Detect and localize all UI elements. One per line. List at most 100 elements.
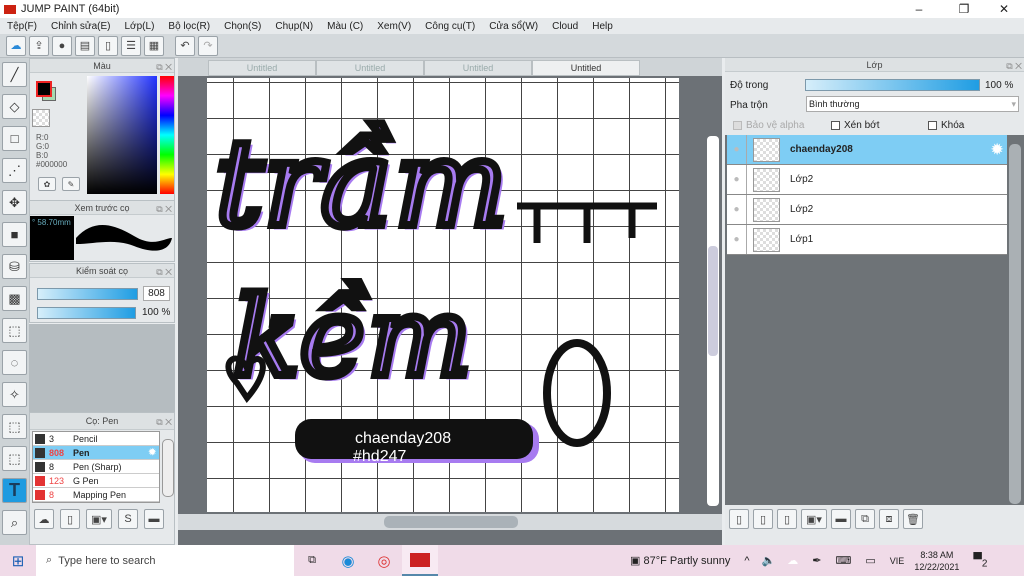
layer-row[interactable]: ● chaenday208 ✹	[727, 135, 1007, 165]
brush-item[interactable]: 123 G Pen	[33, 474, 159, 488]
volume-icon[interactable]: 🔈	[762, 554, 776, 567]
merge-layer-icon[interactable]: ⧈	[879, 509, 899, 529]
touchpad-icon[interactable]: ▭	[865, 554, 875, 567]
clip-checkbox[interactable]: Xén bớt	[831, 120, 879, 131]
saturation-value-picker[interactable]	[87, 76, 157, 194]
menu-window[interactable]: Cửa sổ(W)	[482, 21, 545, 32]
jump-paint-taskbar-icon[interactable]	[402, 545, 438, 576]
eraser-tool-icon[interactable]: ◇	[2, 94, 27, 119]
blend-mode-select[interactable]: Bình thường ▾	[806, 96, 1019, 112]
cloud-download-icon[interactable]: ☁	[34, 509, 54, 529]
task-view-icon[interactable]: ⧉	[294, 554, 330, 567]
gradient-tool-icon[interactable]: ▩	[2, 286, 27, 311]
menu-cloud[interactable]: Cloud	[545, 21, 585, 32]
brush-menu-icon[interactable]: ▣▾	[86, 509, 112, 529]
redo-icon[interactable]: ↷	[198, 35, 218, 56]
rectangle-tool-icon[interactable]: □	[2, 126, 27, 151]
export-icon[interactable]: ⇪	[29, 35, 49, 56]
operation-tool-icon[interactable]: ⌕	[2, 510, 27, 535]
restore-button[interactable]: ❐	[949, 0, 979, 18]
hue-slider[interactable]	[160, 76, 174, 194]
new-layer-icon[interactable]: ▯	[729, 509, 749, 529]
layer-folder-icon[interactable]: ▬	[831, 509, 851, 529]
layer-settings-gear-icon[interactable]: ✹	[991, 141, 1007, 158]
magic-wand-icon[interactable]: ✧	[2, 382, 27, 407]
brush-tool-icon[interactable]: ╱	[2, 62, 27, 87]
foreground-color-swatch[interactable]	[36, 81, 52, 97]
protect-alpha-checkbox[interactable]: Bảo vệ alpha	[733, 120, 804, 131]
layer-add-menu-icon[interactable]: ▣▾	[801, 509, 827, 529]
text-tool-icon[interactable]: T	[2, 478, 27, 503]
chrome-icon[interactable]: ◎	[366, 552, 402, 570]
eyedropper-icon[interactable]: ✎	[62, 177, 80, 191]
pen-icon[interactable]: ✒	[812, 554, 821, 567]
horizontal-scrollbar[interactable]	[178, 514, 722, 530]
keyboard-icon[interactable]: ⌨	[836, 554, 852, 567]
brush-item[interactable]: 8 Pen (Sharp)	[33, 460, 159, 474]
visibility-toggle-icon[interactable]: ●	[727, 195, 747, 224]
brush-settings-icon[interactable]: S	[118, 509, 138, 529]
edge-icon[interactable]: ◉	[330, 552, 366, 570]
panel-close-icon[interactable]: ⧉ ✕	[156, 414, 172, 431]
menu-color[interactable]: Màu (C)	[320, 21, 370, 32]
weather-icon[interactable]: ▣	[630, 554, 640, 567]
language-indicator[interactable]: VIE	[890, 556, 905, 566]
notification-icon[interactable]: ▀2	[973, 552, 987, 569]
vertical-scrollbar[interactable]	[707, 136, 719, 506]
line-tool-icon[interactable]: ⋰	[2, 158, 27, 183]
bucket-tool-icon[interactable]: ⛁	[2, 254, 27, 279]
menu-help[interactable]: Help	[585, 21, 620, 32]
select-rect-tool-icon[interactable]: ⬚	[2, 318, 27, 343]
brush-item[interactable]: 3 Pencil	[33, 432, 159, 446]
message-icon[interactable]: ▤	[75, 35, 95, 56]
fill-rect-tool-icon[interactable]: ■	[2, 222, 27, 247]
menu-file[interactable]: Tệp(F)	[0, 21, 44, 32]
cloud-icon[interactable]: ☁	[6, 35, 26, 56]
brush-item[interactable]: 808 Pen ✹	[33, 446, 159, 460]
tab-untitled-1[interactable]: Untitled	[208, 60, 316, 76]
menu-tools[interactable]: Công cụ(T)	[418, 21, 482, 32]
tab-untitled-4[interactable]: Untitled	[532, 60, 640, 76]
new-brush-icon[interactable]: ▯	[60, 509, 80, 529]
brush-opacity-slider[interactable]	[37, 307, 136, 319]
canvas-paper[interactable]: trầm trầm kềm kềm chaenday208 #hd247	[207, 78, 679, 512]
menu-edit[interactable]: Chỉnh sửa(E)	[44, 21, 118, 32]
visibility-toggle-icon[interactable]: ●	[727, 225, 747, 254]
layer-row[interactable]: ● Lớp1	[727, 225, 1007, 255]
select-pen-icon[interactable]: ⬚	[2, 414, 27, 439]
folder-icon[interactable]: ▬	[144, 509, 164, 529]
panel-close-icon[interactable]: ⧉ ✕	[156, 265, 172, 279]
canvas-area[interactable]: trầm trầm kềm kềm chaenday208 #hd247	[178, 76, 722, 514]
tray-chevron-icon[interactable]: ^	[744, 555, 749, 567]
brush-size-slider[interactable]	[37, 288, 138, 300]
panel-close-icon[interactable]: ⧉ ✕	[156, 202, 172, 216]
comment-icon[interactable]: ●	[52, 35, 72, 56]
visibility-toggle-icon[interactable]: ●	[727, 135, 747, 164]
tab-untitled-3[interactable]: Untitled	[424, 60, 532, 76]
panel-close-icon[interactable]: ⧉ ✕	[156, 60, 172, 74]
menu-filter[interactable]: Bộ lọc(R)	[161, 21, 217, 32]
duplicate-layer-icon[interactable]: ⧉	[855, 509, 875, 529]
layer-scrollbar[interactable]	[1009, 144, 1021, 504]
tab-untitled-2[interactable]: Untitled	[316, 60, 424, 76]
onedrive-icon[interactable]: ☁	[787, 554, 798, 567]
select-eraser-icon[interactable]: ⬚	[2, 446, 27, 471]
new-raster-layer-icon[interactable]: ▯	[753, 509, 773, 529]
weather-text[interactable]: 87°F Partly sunny	[643, 555, 730, 567]
clock[interactable]: 8:38 AM 12/22/2021	[914, 549, 959, 573]
list-icon[interactable]: ☰	[121, 35, 141, 56]
lasso-tool-icon[interactable]: ◌	[2, 350, 27, 375]
minimize-button[interactable]: –	[904, 0, 934, 18]
taskbar-search[interactable]: ⌕ Type here to search	[36, 545, 294, 576]
document-icon[interactable]: ▯	[98, 35, 118, 56]
undo-icon[interactable]: ↶	[175, 35, 195, 56]
lock-checkbox[interactable]: Khóa	[928, 120, 964, 131]
palette-icon[interactable]: ✿	[38, 177, 56, 191]
settings-grid-icon[interactable]: ▦	[144, 35, 164, 56]
delete-layer-icon[interactable]: 🗑	[903, 509, 923, 529]
menu-select[interactable]: Chọn(S)	[217, 21, 268, 32]
windows-start-icon[interactable]: ⊞	[0, 552, 36, 570]
new-text-layer-icon[interactable]: ▯	[777, 509, 797, 529]
visibility-toggle-icon[interactable]: ●	[727, 165, 747, 194]
layer-opacity-slider[interactable]	[805, 79, 980, 91]
